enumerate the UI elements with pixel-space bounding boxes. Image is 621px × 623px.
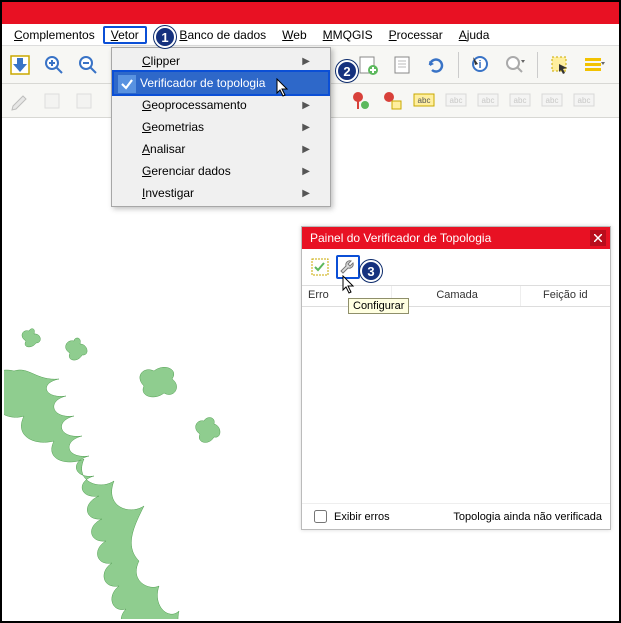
show-errors-input[interactable] [314,510,327,523]
menu-item-investigar[interactable]: Investigar▶ [114,182,328,204]
label-tool-highlight-icon[interactable] [378,87,406,115]
menu-item-geoprocessamento[interactable]: Geoprocessamento▶ [114,94,328,116]
select-menu-icon[interactable] [580,51,608,79]
label-abc6-icon[interactable]: abc [570,87,598,115]
new-layer-icon[interactable] [354,51,382,79]
panel-footer: Exibir erros Topologia ainda não verific… [302,503,610,529]
topology-check-icon [118,75,136,93]
show-errors-checkbox[interactable]: Exibir erros [310,507,390,526]
document-icon[interactable] [388,51,416,79]
status-text: Topologia ainda não verificada [453,511,602,523]
label-abc2-icon[interactable]: abc [442,87,470,115]
label-abc3-icon[interactable]: abc [474,87,502,115]
panel-title: Painel do Verificador de Topologia [310,231,491,245]
toolbar-separator [537,52,538,78]
menu-item-clipper[interactable]: Clipper▶ [114,50,328,72]
panel-toolbar [302,249,610,285]
edit-toggle-icon[interactable] [6,87,34,115]
edit-tool2-icon[interactable] [70,87,98,115]
identify-icon[interactable]: i [467,51,495,79]
column-feicao-id[interactable]: Feição id [521,286,610,306]
menu-banco-de-dados[interactable]: Banco de dados [171,26,274,44]
callout-2: 2 [336,60,358,82]
callout-1: 1 [154,26,176,48]
label-abc5-icon[interactable]: abc [538,87,566,115]
wrench-icon [338,257,358,277]
svg-text:abc: abc [546,96,559,105]
panel-close-button[interactable] [590,230,606,246]
menu-item-gerenciar-dados[interactable]: Gerenciar dados▶ [114,160,328,182]
svg-text:i: i [478,59,481,71]
validate-all-button[interactable] [308,255,332,279]
panel-results-list[interactable] [302,307,610,503]
menubar: Complementos Vetor R Banco de dados Web … [2,24,619,46]
menu-complementos[interactable]: Complementos [6,26,103,44]
menu-processar[interactable]: Processar [381,26,451,44]
close-icon [594,234,602,242]
show-errors-label: Exibir erros [334,511,390,523]
menu-item-verificador-topologia[interactable]: Verificador de topologia [112,70,330,96]
menu-web[interactable]: Web [274,26,314,44]
svg-text:abc: abc [482,96,495,105]
identify-dropdown-icon[interactable] [501,51,529,79]
window-titlebar [2,2,619,24]
svg-text:abc: abc [514,96,527,105]
svg-text:abc: abc [450,96,463,105]
zoom-out-icon[interactable] [74,51,102,79]
menu-mmqgis[interactable]: MMQGIS [315,26,381,44]
label-tool-pin-icon[interactable] [346,87,374,115]
column-camada[interactable]: Camada [392,286,520,306]
edit-tool-icon[interactable] [38,87,66,115]
menu-vetor[interactable]: Vetor [103,26,147,44]
label-abc1-icon[interactable]: abc [410,87,438,115]
checklist-icon [310,257,330,277]
callout-3: 3 [360,260,382,282]
refresh-icon[interactable] [422,51,450,79]
vetor-dropdown-menu: Clipper▶ Verificador de topologia Geopro… [111,47,331,207]
topology-checker-panel: Painel do Verificador de Topologia Erro … [301,226,611,530]
menu-item-geometrias[interactable]: Geometrias▶ [114,116,328,138]
panel-titlebar[interactable]: Painel do Verificador de Topologia [302,227,610,249]
select-icon[interactable] [546,51,574,79]
svg-text:abc: abc [578,96,591,105]
label-abc4-icon[interactable]: abc [506,87,534,115]
menu-item-analisar[interactable]: Analisar▶ [114,138,328,160]
pan-icon[interactable] [6,51,34,79]
svg-text:abc: abc [418,96,431,105]
configure-button[interactable] [336,255,360,279]
zoom-in-icon[interactable] [40,51,68,79]
toolbar-separator [458,52,459,78]
menu-ajuda[interactable]: Ajuda [451,26,498,44]
tooltip-configurar: Configurar [348,298,409,314]
